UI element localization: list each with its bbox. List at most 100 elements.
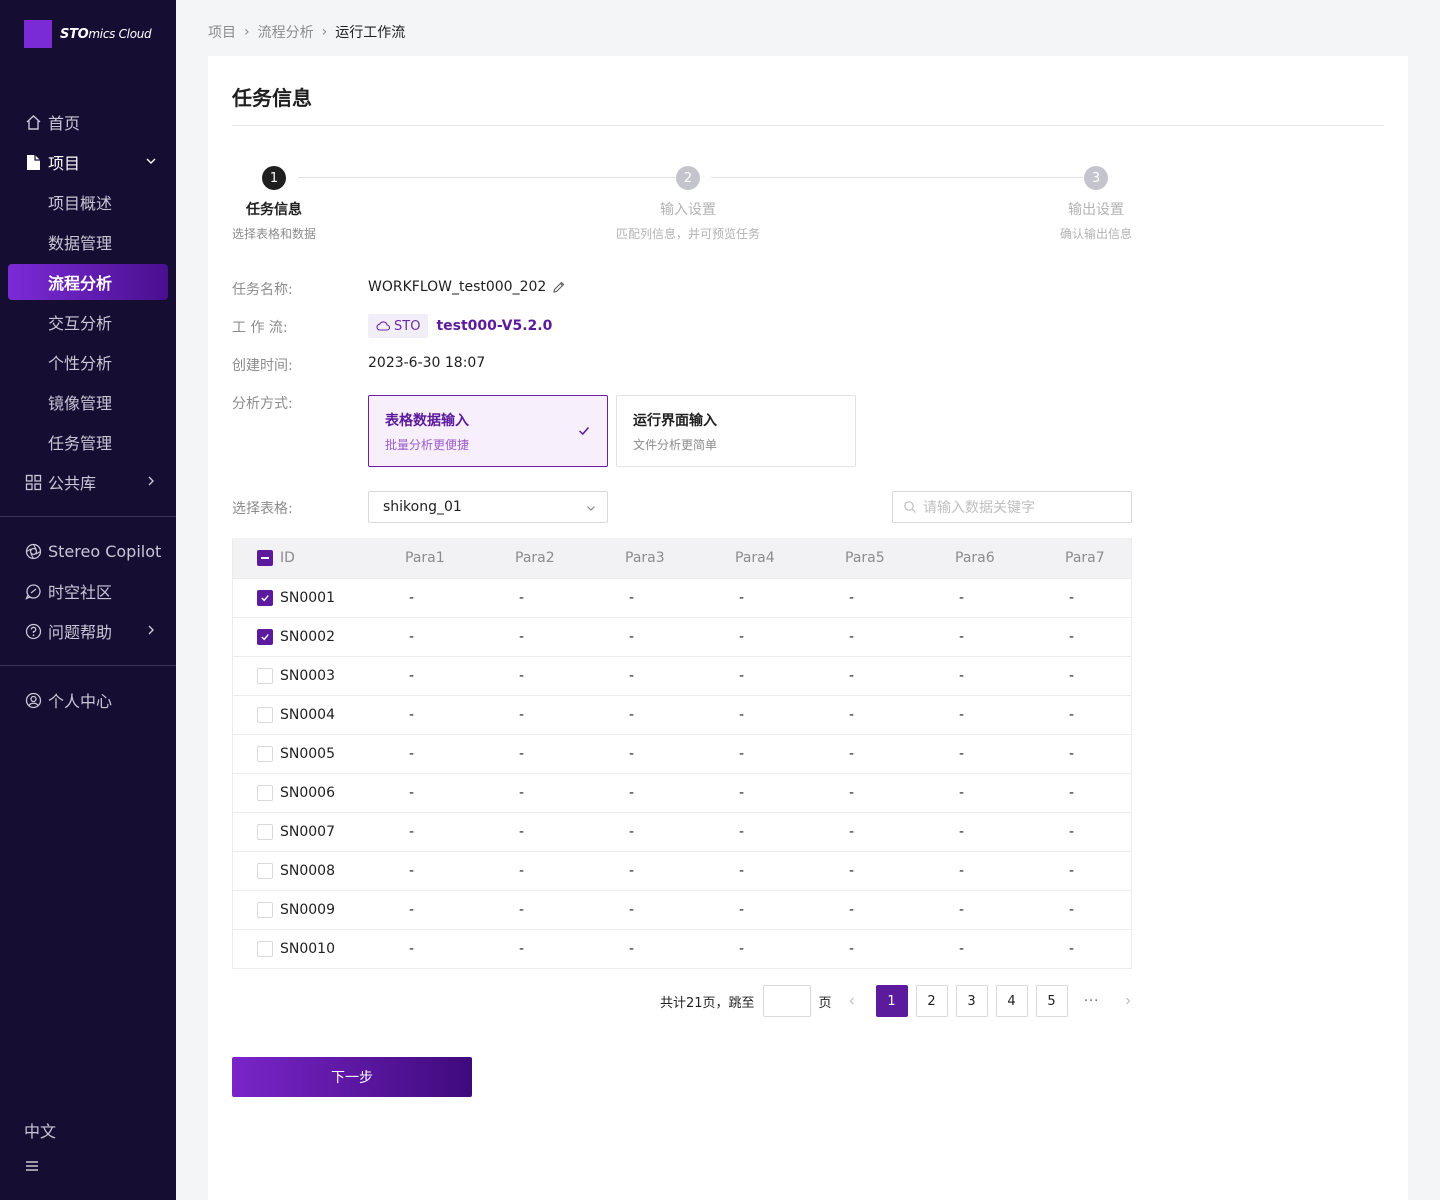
sidebar-item-project-overview[interactable]: 项目概述 [0, 182, 176, 222]
table-row[interactable]: SN0001 - - - - - - - [233, 578, 1131, 617]
table-row[interactable]: SN0003 - - - - - - - [233, 656, 1131, 695]
step-desc: 选择表格和数据 [231, 227, 316, 241]
cell-para4: - [739, 941, 745, 957]
logo-mark [24, 20, 52, 48]
next-step-button[interactable]: 下一步 [232, 1057, 472, 1097]
table-select[interactable]: shikong_01 [368, 491, 608, 523]
cell-para5: - [849, 629, 855, 645]
page-button-4[interactable]: 4 [995, 985, 1028, 1017]
language-switch[interactable]: 中文 [24, 1118, 56, 1142]
sidebar-item-workflow-analysis[interactable]: 流程分析 [8, 264, 168, 300]
sidebar-item-image-management[interactable]: 镜像管理 [0, 382, 176, 422]
table-row[interactable]: SN0004 - - - - - - - [233, 695, 1131, 734]
cell-para5: - [849, 941, 855, 957]
cell-para4: - [739, 629, 745, 645]
cell-para1: - [409, 746, 415, 762]
task-name-value: WORKFLOW_test000_202 [368, 279, 547, 295]
workflow-name-link[interactable]: test000-V5.2.0 [436, 318, 552, 334]
edit-icon[interactable] [552, 280, 566, 294]
cell-para5: - [849, 824, 855, 840]
table-row[interactable]: SN0009 - - - - - - - [233, 890, 1131, 929]
prev-page-button[interactable] [836, 985, 868, 1017]
sidebar-item-interactive-analysis[interactable]: 交互分析 [0, 302, 176, 342]
cell-para1: - [409, 863, 415, 879]
check-icon [261, 634, 269, 641]
cell-para5: - [849, 668, 855, 684]
step-number: 2 [676, 166, 700, 190]
row-checkbox[interactable] [257, 785, 273, 801]
page-button-2[interactable]: 2 [915, 985, 948, 1017]
column-header-para1: Para1 [405, 550, 445, 566]
chevron-down-icon [587, 506, 595, 511]
menu-icon[interactable] [24, 1158, 40, 1174]
cell-para4: - [739, 590, 745, 606]
row-checkbox[interactable] [257, 902, 273, 918]
table-row[interactable]: SN0006 - - - - - - - [233, 773, 1131, 812]
cell-para6: - [959, 902, 965, 918]
chevron-right-icon: › [321, 24, 328, 40]
table-row[interactable]: SN0002 - - - - - - - [233, 617, 1131, 656]
table-row[interactable]: SN0008 - - - - - - - [233, 851, 1131, 890]
table-select-label: 选择表格: [232, 501, 293, 517]
cell-para7: - [1069, 941, 1075, 957]
sidebar-item-home[interactable]: 首页 [0, 102, 176, 142]
cell-para5: - [849, 707, 855, 723]
sidebar-item-project[interactable]: 项目 [0, 142, 176, 182]
sidebar-item-profile[interactable]: 个人中心 [0, 680, 176, 720]
table-row[interactable]: SN0005 - - - - - - - [233, 734, 1131, 773]
row-checkbox[interactable] [257, 863, 273, 879]
cell-para6: - [959, 863, 965, 879]
help-icon [24, 622, 42, 640]
logo[interactable]: STOmics Cloud [24, 20, 152, 48]
page-jump-input[interactable] [762, 985, 811, 1017]
sidebar-item-custom-analysis[interactable]: 个性分析 [0, 342, 176, 382]
cell-para6: - [959, 629, 965, 645]
mode-option-ui-input[interactable]: 运行界面输入 文件分析更简单 [616, 395, 856, 467]
cell-id: SN0006 [280, 785, 335, 801]
row-checkbox[interactable] [257, 590, 273, 606]
mode-label: 分析方式: [232, 396, 293, 412]
cell-para6: - [959, 590, 965, 606]
sidebar-item-label: 项目 [48, 154, 81, 173]
sidebar-item-community[interactable]: 时空社区 [0, 571, 176, 611]
sidebar-item-help[interactable]: 问题帮助 [0, 611, 176, 651]
home-icon [24, 113, 42, 131]
cell-para3: - [629, 941, 635, 957]
sidebar-item-public-library[interactable]: 公共库 [0, 462, 176, 502]
cell-para6: - [959, 668, 965, 684]
cell-para7: - [1069, 863, 1075, 879]
sidebar-item-label: 公共库 [48, 474, 97, 493]
search-input[interactable] [923, 499, 1123, 515]
page-button-1[interactable]: 1 [875, 985, 908, 1017]
sidebar-item-data-management[interactable]: 数据管理 [0, 222, 176, 262]
step-desc: 确认输出信息 [1059, 227, 1132, 241]
row-checkbox[interactable] [257, 629, 273, 645]
cell-para7: - [1069, 902, 1075, 918]
row-checkbox[interactable] [257, 668, 273, 684]
cell-para3: - [629, 746, 635, 762]
table-row[interactable]: SN0007 - - - - - - - [233, 812, 1131, 851]
task-name: WORKFLOW_test000_202 [368, 279, 566, 295]
chevron-left-icon [849, 997, 854, 1005]
next-page-button[interactable] [1112, 985, 1144, 1017]
select-all-checkbox[interactable] [257, 550, 273, 566]
cloud-icon [376, 321, 390, 331]
page-button-3[interactable]: 3 [955, 985, 988, 1017]
breadcrumb-item-project[interactable]: 项目 [208, 22, 236, 42]
sidebar-item-task-management[interactable]: 任务管理 [0, 422, 176, 462]
table-row[interactable]: SN0010 - - - - - - - [233, 929, 1131, 968]
row-checkbox-cell [233, 941, 280, 957]
row-checkbox[interactable] [257, 746, 273, 762]
pagination-ellipsis[interactable]: ··· [1076, 994, 1108, 1009]
column-header-para2: Para2 [515, 550, 555, 566]
row-checkbox[interactable] [257, 824, 273, 840]
breadcrumb-item-workflow[interactable]: 流程分析 [258, 22, 314, 42]
cell-para4: - [739, 785, 745, 801]
page-button-5[interactable]: 5 [1035, 985, 1068, 1017]
sidebar-item-stereo-copilot[interactable]: Stereo Copilot [0, 531, 176, 571]
cell-para6: - [959, 785, 965, 801]
mode-option-table-input[interactable]: 表格数据输入 批量分析更便捷 [368, 395, 608, 467]
row-checkbox[interactable] [257, 707, 273, 723]
row-checkbox-cell [233, 746, 280, 762]
row-checkbox[interactable] [257, 941, 273, 957]
